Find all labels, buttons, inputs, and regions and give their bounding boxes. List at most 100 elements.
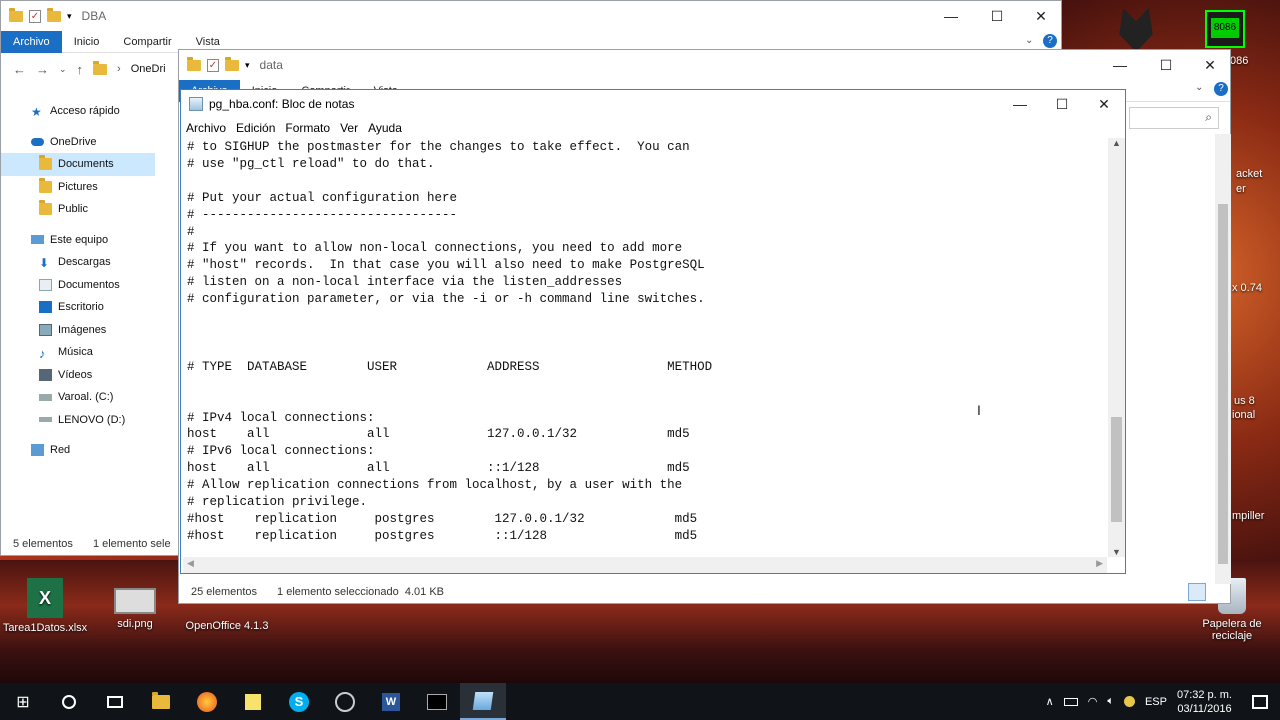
sticky-notes-icon[interactable] (230, 683, 276, 720)
menu-archivo[interactable]: Archivo (181, 121, 231, 135)
chevron-up-icon[interactable]: ∧ (1046, 695, 1054, 708)
back-icon[interactable]: ← (13, 62, 26, 77)
search-box[interactable]: ⌕ (1129, 107, 1219, 129)
sidebar-item-drive-c[interactable]: Varoal. (C:) (1, 386, 171, 409)
minimize-button[interactable]: — (928, 1, 974, 31)
desktop-icon-8086[interactable]: 8086 (1205, 10, 1245, 48)
cortana-icon[interactable] (46, 683, 92, 720)
scroll-down-icon[interactable]: ▼ (1112, 547, 1121, 557)
maximize-button[interactable]: ☐ (1039, 90, 1085, 118)
sidebar-item-label: Pictures (58, 180, 98, 193)
file-list-scrollbar[interactable] (1215, 134, 1231, 584)
maximize-button[interactable]: ☐ (974, 1, 1020, 31)
desktop-icon-excel[interactable]: X Tarea1Datos.xlsx (0, 578, 90, 634)
qat-dropdown-icon[interactable]: ▾ (67, 11, 72, 22)
tab-archivo[interactable]: Archivo (1, 30, 62, 53)
help-icon[interactable]: ? (1214, 82, 1228, 96)
battery-icon[interactable] (1063, 697, 1078, 706)
menu-ayuda[interactable]: Ayuda (363, 121, 407, 135)
shield-icon[interactable] (1123, 696, 1135, 707)
folder-icon (39, 200, 52, 216)
scrollbar-thumb[interactable] (1218, 204, 1228, 564)
minimize-button[interactable]: — (997, 90, 1043, 118)
notepad-window[interactable]: pg_hba.conf: Bloc de notas — ☐ ✕ Archivo… (180, 89, 1126, 574)
ribbon-expand-icon[interactable]: ⌄ (1195, 82, 1203, 93)
explorer-titlebar[interactable]: ✓ ▾ DBA — ☐ ✕ (1, 1, 1061, 31)
close-button[interactable]: ✕ (1018, 1, 1064, 31)
sidebar-item-escritorio[interactable]: Escritorio (1, 296, 171, 319)
details-view-button[interactable] (1188, 583, 1206, 601)
properties-icon[interactable]: ✓ (207, 58, 219, 72)
desktop-icon-label: Papelera de reciclaje (1202, 618, 1262, 642)
forward-icon[interactable]: → (36, 62, 49, 77)
explorer-titlebar[interactable]: ✓ ▾ data — ☐ ✕ (179, 50, 1230, 80)
text-editor[interactable]: # to SIGHUP the postmaster for the chang… (183, 138, 1107, 557)
drive-icon (39, 393, 52, 401)
up-icon[interactable]: ↑ (77, 62, 84, 77)
sidebar-item-acceso-rapido[interactable]: ★ Acceso rápido (1, 100, 171, 123)
file-explorer-icon[interactable] (138, 683, 184, 720)
desktop-icon-image[interactable]: sdi.png (90, 588, 180, 630)
word-icon[interactable]: W (368, 683, 414, 720)
minimize-button[interactable]: — (1097, 50, 1143, 80)
sidebar-item-onedrive[interactable]: OneDrive (1, 131, 171, 154)
sidebar-item-este-equipo[interactable]: Este equipo (1, 229, 171, 252)
start-icon[interactable]: ⊞ (0, 683, 46, 720)
menu-formato[interactable]: Formato (280, 121, 335, 135)
notepad-icon[interactable] (460, 683, 506, 720)
sidebar-item-public[interactable]: Public (1, 198, 171, 221)
search-icon: ⌕ (1205, 110, 1212, 124)
menu-ver[interactable]: Ver (335, 121, 363, 135)
steam-icon[interactable] (322, 683, 368, 720)
desktop-label-fragment: acket (1236, 168, 1263, 180)
close-button[interactable]: ✕ (1187, 50, 1233, 80)
new-folder-icon[interactable] (225, 56, 239, 71)
sidebar-item-documents[interactable]: Documents (1, 153, 155, 176)
tab-compartir[interactable]: Compartir (111, 31, 183, 53)
clock[interactable]: 07:32 p. m. 03/11/2016 (1177, 688, 1232, 716)
firefox-icon[interactable] (184, 683, 230, 720)
language-indicator[interactable]: ESP (1145, 696, 1167, 708)
scroll-right-icon[interactable]: ▶ (1096, 558, 1103, 569)
scroll-up-icon[interactable]: ▲ (1112, 138, 1121, 148)
menu-edicion[interactable]: Edición (231, 121, 280, 135)
desktop-icon (39, 301, 52, 314)
breadcrumb[interactable]: OneDri (131, 63, 166, 75)
qat-dropdown-icon[interactable]: ▾ (245, 60, 250, 71)
notifications-icon[interactable] (1252, 694, 1268, 709)
sidebar-item-documentos[interactable]: Documentos (1, 274, 171, 297)
sidebar-item-descargas[interactable]: ⬇ Descargas (1, 251, 171, 274)
sidebar-item-red[interactable]: Red (1, 439, 171, 462)
close-button[interactable]: ✕ (1081, 90, 1127, 118)
scrollbar-thumb[interactable] (1111, 416, 1122, 522)
skype-icon[interactable]: S (276, 683, 322, 720)
scroll-left-icon[interactable]: ◀ (187, 558, 194, 569)
wifi-icon[interactable]: ◠ (1088, 695, 1098, 708)
sidebar-item-musica[interactable]: ♪ Música (1, 341, 171, 364)
download-icon: ⬇ (39, 256, 50, 271)
desktop-label-fragment: ional (1232, 409, 1256, 421)
task-view-icon[interactable] (92, 683, 138, 720)
properties-icon[interactable]: ✓ (29, 9, 41, 23)
video-icon (39, 368, 52, 381)
maximize-button[interactable]: ☐ (1143, 50, 1189, 80)
tab-inicio[interactable]: Inicio (62, 31, 112, 53)
help-icon[interactable]: ? (1043, 34, 1057, 48)
notepad-titlebar[interactable]: pg_hba.conf: Bloc de notas — ☐ ✕ (181, 90, 1125, 118)
volume-icon[interactable]: 🔈︎ (1107, 695, 1114, 708)
new-folder-icon[interactable] (47, 7, 61, 22)
sidebar-item-videos[interactable]: Vídeos (1, 364, 171, 387)
item-count: 5 elementos (13, 538, 73, 550)
terminal-icon[interactable] (414, 683, 460, 720)
vertical-scrollbar[interactable]: ▲ ▼ (1108, 138, 1125, 557)
breadcrumb-chevron-icon[interactable]: › (117, 63, 121, 75)
sidebar-item-drive-d[interactable]: LENOVO (D:) (1, 409, 171, 432)
ribbon-expand-icon[interactable]: ⌄ (1025, 35, 1033, 46)
desktop-icon-openoffice[interactable]: OpenOffice 4.1.3 (182, 600, 272, 632)
horizontal-scrollbar[interactable]: ◀ ▶ (183, 557, 1107, 573)
recent-dropdown-icon[interactable]: ⌄ (59, 64, 67, 75)
drive-icon (39, 417, 52, 423)
sidebar-item-imagenes[interactable]: Imágenes (1, 319, 171, 342)
sidebar-item-pictures[interactable]: Pictures (1, 176, 171, 199)
large-icons-view-button[interactable] (1208, 583, 1226, 601)
